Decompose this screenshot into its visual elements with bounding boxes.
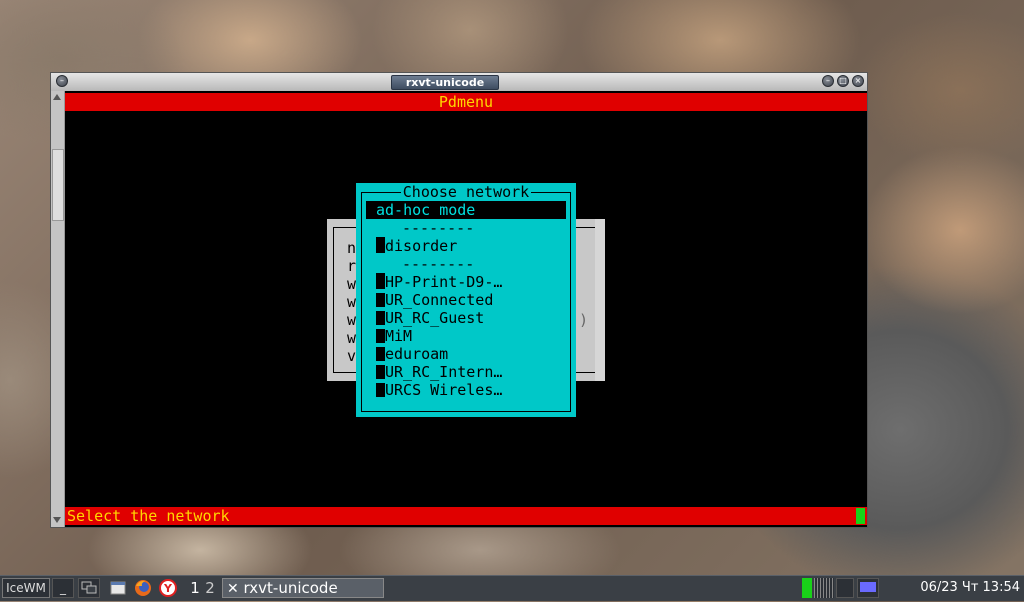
menu-item-network[interactable]: eduroam (366, 345, 566, 363)
window-title: rxvt-unicode (391, 75, 499, 90)
menu-item-ad-hoc-mode[interactable]: ad-hoc mode (366, 201, 566, 219)
close-button[interactable]: × (852, 75, 864, 87)
cpu-monitor (802, 578, 812, 598)
wifi-signal-icon (376, 347, 385, 361)
clock[interactable]: 06/23 Чт 13:54 (920, 579, 1020, 597)
bg-dialog-line: w (347, 329, 357, 347)
file-manager-icon (110, 581, 126, 595)
terminal-window: – rxvt-unicode – □ × Pdmenu n r w w w w … (50, 72, 868, 528)
bg-dialog-line: w (347, 293, 357, 311)
menu-item-network[interactable]: UR_Connected (366, 291, 566, 309)
window-titlebar[interactable]: – rxvt-unicode – □ × (51, 73, 867, 92)
menu-separator: -------- (402, 255, 475, 273)
tray-icon[interactable] (882, 578, 902, 598)
scroll-up-arrow-icon[interactable] (53, 94, 61, 100)
window-list-button[interactable] (78, 578, 100, 598)
choose-network-menu: Choose network ad-hoc mode -------- diso… (356, 183, 576, 417)
svg-text:Y: Y (163, 582, 173, 595)
status-bar: Select the network (65, 507, 867, 525)
show-desktop-button[interactable]: _ (52, 578, 74, 598)
task-label: rxvt-unicode (243, 579, 338, 597)
menu-item-network[interactable]: URCS Wireles… (366, 381, 566, 399)
file-manager-button[interactable] (108, 578, 128, 598)
bg-dialog-line: n (347, 239, 357, 257)
mailbox-button[interactable] (857, 578, 879, 598)
maximize-button[interactable]: □ (837, 75, 849, 87)
wifi-signal-icon (376, 383, 385, 397)
start-menu-button[interactable]: IceWM (2, 578, 50, 598)
x-icon: ✕ (227, 581, 239, 597)
menu-item-network[interactable]: MiM (366, 327, 566, 345)
taskbar: IceWM _ Y 1 2 ✕ rxvt-unicode 06/23 Чт 13… (0, 575, 1024, 601)
bg-dialog-line: v (347, 347, 357, 365)
wifi-signal-icon (376, 311, 385, 325)
workspace-1-button[interactable]: 1 (188, 578, 202, 598)
wifi-signal-icon (376, 365, 385, 379)
pdmenu-header: Pdmenu (65, 93, 867, 111)
firefox-icon (135, 580, 151, 596)
workspace-2-button[interactable]: 2 (203, 578, 217, 598)
taskbar-task-rxvt[interactable]: ✕ rxvt-unicode (222, 578, 384, 598)
yandex-browser-button[interactable]: Y (158, 578, 178, 598)
window-menu-button[interactable]: – (56, 75, 68, 87)
wifi-signal-icon (376, 237, 385, 253)
bg-dialog-line: w (347, 311, 357, 329)
memory-monitor (814, 578, 834, 598)
menu-item-network[interactable]: UR_RC_Guest (366, 309, 566, 327)
terminal-cursor (856, 508, 865, 524)
bg-dialog-line: w (347, 275, 357, 293)
terminal-screen[interactable]: Pdmenu n r w w w w v ) Choose network ad… (65, 91, 867, 527)
network-monitor (836, 578, 854, 598)
scrollbar-thumb[interactable] (52, 149, 64, 221)
scrollbar[interactable] (51, 91, 65, 527)
menu-separator: -------- (402, 219, 475, 237)
scroll-down-arrow-icon[interactable] (53, 517, 61, 523)
status-text: Select the network (67, 507, 230, 525)
wifi-signal-icon (376, 293, 385, 307)
minimize-button[interactable]: – (822, 75, 834, 87)
bg-dialog-line: r (347, 257, 357, 275)
bg-dialog-paren: ) (579, 311, 589, 329)
menu-title: Choose network (400, 183, 532, 201)
yandex-browser-icon: Y (159, 579, 177, 597)
wifi-signal-icon (376, 329, 385, 343)
menu-item-network[interactable]: HP-Print-D9-… (366, 273, 566, 291)
background-dialog-edge (595, 219, 605, 381)
menu-item-disorder[interactable]: disorder (366, 237, 566, 255)
window-list-icon (81, 581, 97, 594)
menu-item-network[interactable]: UR_RC_Intern… (366, 363, 566, 381)
firefox-button[interactable] (133, 578, 153, 598)
wifi-signal-icon (376, 273, 385, 289)
